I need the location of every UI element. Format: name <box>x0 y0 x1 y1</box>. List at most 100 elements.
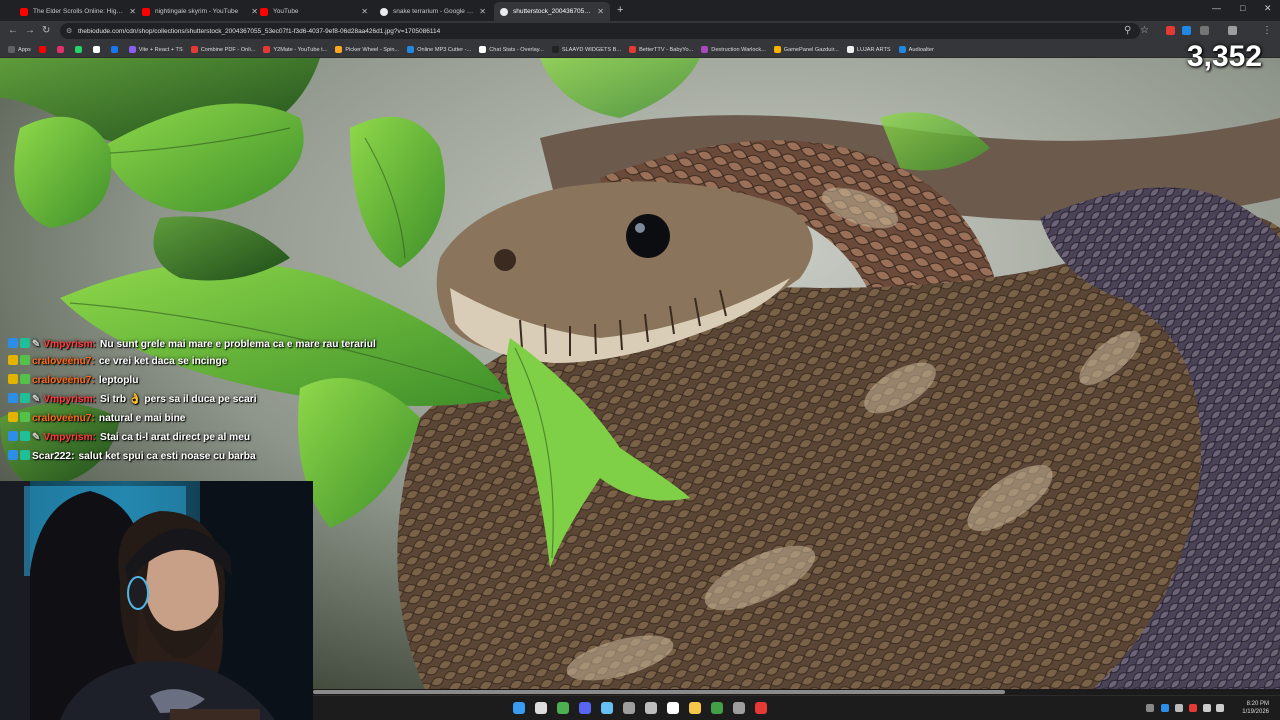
chat-badge-icon <box>8 338 18 348</box>
chat-username: Vmpyrism: <box>43 432 97 443</box>
bookmark-icon <box>56 46 64 53</box>
profile-icon[interactable] <box>1228 26 1237 35</box>
chat-text: Stai ca ti-l arat direct pe al meu <box>100 432 251 443</box>
bookmark-star-icon[interactable]: ☆ <box>1140 25 1149 36</box>
close-window-icon[interactable]: ✕ <box>1264 3 1272 14</box>
chat-message: craloveènu7: ce vrei ket daca se incinge <box>8 352 388 371</box>
viewer-count: 3,352 <box>1186 40 1262 73</box>
close-tab-icon[interactable]: ✕ <box>479 7 486 16</box>
bookmark-item[interactable]: Online MP3 Cutter -... <box>407 46 471 53</box>
clock-date: 1/19/2026 <box>1242 709 1269 715</box>
close-tab-icon[interactable]: ✕ <box>597 7 604 16</box>
address-bar[interactable]: ⚙ thebiodude.com/cdn/shop/collections/sh… <box>60 23 1140 39</box>
bookmarks-bar: Apps Vite + React + TS Combine PDF - Onli.… <box>0 42 1280 58</box>
new-tab-button[interactable]: + <box>617 4 623 16</box>
bookmark-item[interactable] <box>92 46 103 53</box>
tab-label: The Elder Scrolls Online: High I... <box>33 8 126 15</box>
app-icon[interactable] <box>645 702 657 714</box>
bookmark-icon <box>551 46 559 53</box>
browser-tab[interactable]: nightingale skyrim - YouTube ✕ <box>136 2 264 21</box>
security-icon[interactable] <box>755 702 767 714</box>
settings-icon[interactable] <box>733 702 745 714</box>
chat-message: Scar222: salut ket spui ca esti noase cu … <box>8 447 388 466</box>
volume-icon[interactable] <box>1216 704 1224 712</box>
moderator-tool-icon: ✎ <box>32 339 41 350</box>
chrome-icon[interactable] <box>557 702 569 714</box>
microphone-icon[interactable] <box>1189 704 1197 712</box>
back-icon[interactable]: ← <box>8 25 18 36</box>
browser-tab[interactable]: YouTube ✕ <box>254 2 374 21</box>
bookmark-item[interactable]: LUJAR ARTS <box>846 46 891 53</box>
reload-icon[interactable]: ↻ <box>42 25 50 36</box>
forward-icon[interactable]: → <box>25 25 35 36</box>
youtube-icon <box>142 7 150 16</box>
bookmark-item[interactable] <box>56 46 67 53</box>
chat-message: ✎ Vmpyrism: Si trb 👌 pers sa il duca pe sc… <box>8 390 388 409</box>
scrollbar-thumb[interactable] <box>313 690 1005 694</box>
tray-app-icon[interactable] <box>1175 704 1183 712</box>
browser-tab[interactable]: snake terrarium - Google Sear... ✕ <box>374 2 492 21</box>
browser-toolbar: ← → ↻ ⚙ thebiodude.com/cdn/shop/collecti… <box>0 21 1280 42</box>
bookmark-icon <box>846 46 854 53</box>
youtube-icon <box>20 7 28 16</box>
bookmark-item[interactable]: Audioalter <box>898 46 934 53</box>
bookmark-label: Apps <box>18 46 31 53</box>
extensions-menu-icon[interactable] <box>1200 26 1209 35</box>
chat-username: Vmpyrism: <box>43 339 97 350</box>
bookmark-label: Y2Mate - YouTube t... <box>273 46 328 53</box>
chat-username: Vmpyrism: <box>43 394 97 405</box>
steam-icon[interactable] <box>601 702 613 714</box>
bookmark-label: Audioalter <box>908 46 934 53</box>
system-clock[interactable]: 8:20 PM 1/19/2026 <box>1231 700 1269 716</box>
bookmark-item[interactable] <box>38 46 49 53</box>
close-tab-icon[interactable]: ✕ <box>129 7 136 16</box>
chat-username: craloveènu7: <box>32 375 95 386</box>
close-tab-icon[interactable]: ✕ <box>361 7 368 16</box>
capcut-icon[interactable] <box>667 702 679 714</box>
minimize-icon[interactable]: — <box>1212 3 1221 13</box>
stream-chat-overlay: ✎ Vmpyrism: Nu sunt grele mai mare e probl… <box>8 336 388 466</box>
browser-tab[interactable]: The Elder Scrolls Online: High I... ✕ <box>14 2 142 21</box>
bookmark-item[interactable]: Apps <box>8 46 31 53</box>
bookmark-item[interactable]: SLAAYD WIDGETS B... <box>551 46 621 53</box>
calculator-icon[interactable] <box>623 702 635 714</box>
bookmark-item[interactable]: Picker Wheel - Spin... <box>335 46 399 53</box>
site-info-icon[interactable]: ⚙ <box>66 27 72 35</box>
chat-text: natural e mai bine <box>98 413 186 424</box>
discord-icon[interactable] <box>579 702 591 714</box>
bookmark-icon <box>479 46 487 53</box>
bookmark-icon <box>701 46 709 53</box>
bookmark-item[interactable]: GamePanel Gazduir... <box>773 46 839 53</box>
browser-menu-icon[interactable]: ⋮ <box>1262 25 1272 36</box>
chat-text: leptoplu <box>98 375 139 386</box>
bookmark-item[interactable] <box>110 46 121 53</box>
file-explorer-icon[interactable] <box>689 702 701 714</box>
chat-badge-icon <box>8 374 18 384</box>
bookmark-item[interactable]: Chat Stats - Overlay... <box>479 46 544 53</box>
bookmark-item[interactable]: Y2Mate - YouTube t... <box>263 46 327 53</box>
browser-tab[interactable]: shutterstock_2004367055_53ec... ✕ <box>494 2 610 21</box>
bookmark-item[interactable] <box>74 46 85 53</box>
show-hidden-icons-icon[interactable] <box>1146 704 1154 712</box>
windows-taskbar: 8:20 PM 1/19/2026 <box>313 695 1280 720</box>
bookmark-item[interactable]: Destruction Warlock... <box>701 46 766 53</box>
zoom-icon[interactable]: ⚲ <box>1124 25 1131 36</box>
extension-icon[interactable] <box>1182 26 1191 35</box>
bookmark-icon <box>407 46 415 53</box>
bookmark-icon <box>38 46 46 53</box>
xbox-icon[interactable] <box>711 702 723 714</box>
bookmark-item[interactable]: Combine PDF - Onli... <box>190 46 255 53</box>
chat-text: Nu sunt grele mai mare e problema ca e m… <box>100 339 376 350</box>
wifi-icon[interactable] <box>1203 704 1211 712</box>
tray-app-icon[interactable] <box>1161 704 1169 712</box>
bookmark-item[interactable]: Vite + React + TS <box>128 46 183 53</box>
moderator-tool-icon: ✎ <box>32 394 41 405</box>
chat-badge-icon <box>8 393 18 403</box>
extension-icon[interactable] <box>1166 26 1175 35</box>
maximize-icon[interactable]: □ <box>1240 3 1245 13</box>
search-icon[interactable] <box>535 702 547 714</box>
windows-start-icon[interactable] <box>513 702 525 714</box>
bookmark-icon <box>92 46 100 53</box>
bookmark-item[interactable]: BetterTTV - BabyYo... <box>629 46 693 53</box>
chat-text: salut ket spui ca esti noase cu barba <box>78 451 256 462</box>
